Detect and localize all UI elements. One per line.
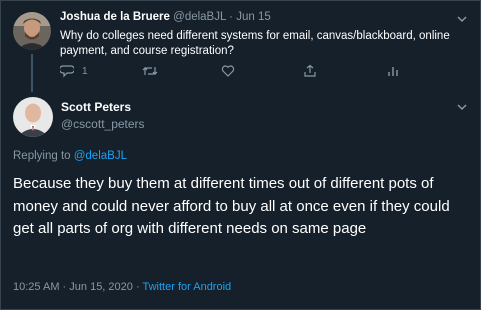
thread-connector-line xyxy=(31,54,33,92)
parent-chevron-down-icon[interactable] xyxy=(455,12,469,26)
tweet-source-link[interactable]: Twitter for Android xyxy=(143,281,232,293)
parent-tweet-text: Why do colleges need different systems f… xyxy=(60,30,450,57)
parent-action-bar: 1 xyxy=(60,64,420,80)
tweet-footer: 10:25 AM · Jun 15, 2020 · Twitter for An… xyxy=(13,281,231,293)
parent-date[interactable]: Jun 15 xyxy=(236,11,271,23)
footer-separator-2: · xyxy=(135,281,140,293)
main-handle[interactable]: @cscott_peters xyxy=(61,117,145,131)
parent-handle[interactable]: @delaBJL xyxy=(173,11,226,23)
retweet-button[interactable] xyxy=(142,64,158,78)
analytics-icon xyxy=(386,64,400,78)
analytics-button[interactable] xyxy=(386,64,400,78)
parent-display-name[interactable]: Joshua de la Bruere xyxy=(60,11,170,23)
share-button[interactable] xyxy=(303,64,317,78)
parent-separator: · xyxy=(229,11,233,23)
retweet-icon xyxy=(142,64,158,78)
like-button[interactable] xyxy=(221,64,235,78)
share-icon xyxy=(303,64,317,78)
footer-separator-1: · xyxy=(62,281,67,293)
main-avatar[interactable] xyxy=(13,97,53,137)
heart-icon xyxy=(221,64,235,78)
replying-to-prefix: Replying to xyxy=(13,150,74,162)
reply-count: 1 xyxy=(82,65,88,77)
tweet-time[interactable]: 10:25 AM xyxy=(13,281,59,293)
parent-header: Joshua de la Bruere @delaBJL · Jun 15 xyxy=(60,11,271,23)
parent-avatar[interactable] xyxy=(13,12,51,50)
tweet-date[interactable]: Jun 15, 2020 xyxy=(69,281,133,293)
reply-icon xyxy=(60,64,74,78)
reply-button[interactable]: 1 xyxy=(60,64,88,78)
replying-to-link[interactable]: @delaBJL xyxy=(74,150,127,162)
replying-to-line: Replying to @delaBJL xyxy=(13,150,127,162)
main-chevron-down-icon[interactable] xyxy=(455,100,469,114)
main-display-name[interactable]: Scott Peters xyxy=(61,100,131,114)
main-tweet-text: Because they buy them at different times… xyxy=(13,175,450,237)
